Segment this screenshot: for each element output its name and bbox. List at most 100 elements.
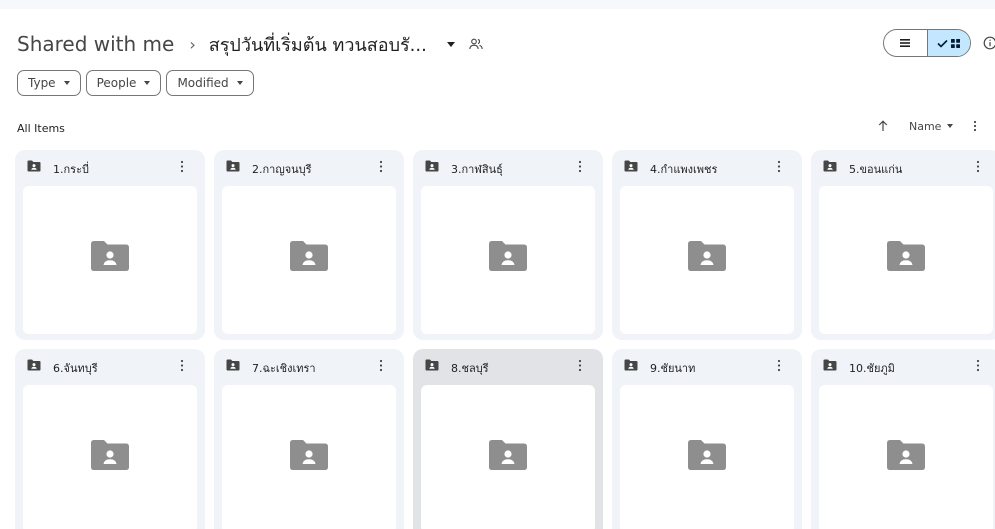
folder-card[interactable]: 6.จันทบุรี: [15, 349, 205, 529]
more-options-icon[interactable]: [973, 120, 977, 132]
shared-folder-icon: [887, 440, 925, 470]
folder-card-header: 3.กาฬสินธุ์: [413, 150, 603, 186]
folder-card-header: 4.กำแพงเพชร: [612, 150, 802, 186]
more-options-icon[interactable]: [578, 160, 582, 173]
folder-card[interactable]: 1.กระบี่: [15, 150, 205, 340]
info-icon[interactable]: [983, 36, 995, 50]
folder-card[interactable]: 7.ฉะเชิงเทรา: [214, 349, 404, 529]
folder-thumbnail: [222, 385, 396, 529]
folder-card[interactable]: 9.ชัยนาท: [612, 349, 802, 529]
shared-folder-icon: [91, 440, 129, 470]
more-options-icon[interactable]: [777, 160, 781, 173]
folder-name: 1.กระบี่: [53, 163, 89, 176]
filter-type-label: Type: [28, 76, 56, 90]
folder-name: 10.ชัยภูมิ: [849, 362, 895, 375]
folder-thumbnail: [819, 186, 993, 334]
more-options-icon[interactable]: [180, 359, 184, 372]
filter-modified-label: Modified: [177, 76, 229, 90]
more-options-icon[interactable]: [578, 359, 582, 372]
shared-folder-icon: [688, 241, 726, 271]
shared-folder-icon: [226, 160, 240, 172]
shared-folder-icon: [624, 160, 638, 172]
folder-thumbnail: [421, 385, 595, 529]
breadcrumb-current-folder[interactable]: สรุปวันที่เริ่มต้น ทวนสอบรั...: [209, 30, 427, 59]
chevron-down-icon: [947, 124, 954, 128]
folder-thumbnail: [819, 385, 993, 529]
folder-card[interactable]: 5.ขอนแก่น: [811, 150, 995, 340]
shared-folder-icon: [823, 359, 837, 371]
sort-bar: Name: [878, 117, 977, 135]
folder-card-header: 7.ฉะเชิงเทรา: [214, 349, 404, 385]
checkmark-icon: [937, 39, 948, 48]
breadcrumb-root-link[interactable]: Shared with me: [17, 32, 174, 56]
folder-thumbnail: [620, 186, 794, 334]
folder-card-header: 9.ชัยนาท: [612, 349, 802, 385]
folder-card-header: 5.ขอนแก่น: [811, 150, 995, 186]
chevron-down-icon: [236, 81, 243, 85]
folder-name: 6.จันทบุรี: [53, 362, 98, 375]
filter-people-chip[interactable]: People: [85, 70, 162, 96]
filter-people-label: People: [96, 76, 137, 90]
more-options-icon[interactable]: [777, 359, 781, 372]
shared-folder-icon: [290, 440, 328, 470]
chevron-down-icon: [63, 81, 70, 85]
folder-card-header: 2.กาญจนบุรี: [214, 150, 404, 186]
shared-folder-icon: [27, 359, 41, 371]
top-edge: [0, 0, 995, 9]
folder-thumbnail: [23, 385, 197, 529]
folder-card[interactable]: 2.กาญจนบุรี: [214, 150, 404, 340]
shared-folder-icon: [425, 359, 439, 371]
folder-thumbnail: [222, 186, 396, 334]
folder-thumbnail: [620, 385, 794, 529]
folder-card-header: 6.จันทบุรี: [15, 349, 205, 385]
shared-folder-icon: [226, 359, 240, 371]
sort-direction-arrow-icon[interactable]: [878, 120, 888, 132]
folder-name: 7.ฉะเชิงเทรา: [252, 362, 316, 375]
section-heading: All Items: [17, 122, 65, 135]
folder-card[interactable]: 8.ชลบุรี: [413, 349, 603, 529]
folder-card[interactable]: 3.กาฬสินธุ์: [413, 150, 603, 340]
breadcrumb-separator: ›: [189, 34, 196, 54]
shared-folder-icon: [887, 241, 925, 271]
shared-folder-icon: [688, 440, 726, 470]
folder-card-header: 10.ชัยภูมิ: [811, 349, 995, 385]
more-options-icon[interactable]: [976, 359, 980, 372]
folder-name: 5.ขอนแก่น: [849, 163, 903, 176]
sort-label: Name: [909, 119, 942, 133]
folder-thumbnail: [421, 186, 595, 334]
shared-folder-icon: [91, 241, 129, 271]
breadcrumb: Shared with me › สรุปวันที่เริ่มต้น ทวนส…: [17, 28, 483, 60]
shared-folder-icon: [823, 160, 837, 172]
more-options-icon[interactable]: [976, 160, 980, 173]
chevron-down-icon: [144, 81, 151, 85]
folder-thumbnail: [23, 186, 197, 334]
shared-folder-icon: [27, 160, 41, 172]
more-options-icon[interactable]: [379, 160, 383, 173]
filter-type-chip[interactable]: Type: [17, 70, 81, 96]
folder-card-header: 1.กระบี่: [15, 150, 205, 186]
filter-modified-chip[interactable]: Modified: [166, 70, 254, 96]
folder-name: 9.ชัยนาท: [650, 362, 696, 375]
folder-card[interactable]: 10.ชัยภูมิ: [811, 349, 995, 529]
folder-name: 2.กาญจนบุรี: [252, 163, 312, 176]
folder-card-header: 8.ชลบุรี: [413, 349, 603, 385]
filter-bar: Type People Modified: [17, 70, 254, 96]
list-view-icon: [900, 39, 911, 47]
more-options-icon[interactable]: [180, 160, 184, 173]
shared-folder-icon: [290, 241, 328, 271]
view-toggle: [883, 29, 971, 57]
folder-name: 3.กาฬสินธุ์: [451, 163, 503, 176]
chevron-down-icon[interactable]: [446, 41, 455, 47]
list-view-button[interactable]: [884, 30, 927, 56]
shared-folder-icon: [489, 440, 527, 470]
folder-name: 4.กำแพงเพชร: [650, 163, 718, 176]
sort-by-name-button[interactable]: Name: [909, 119, 954, 133]
more-options-icon[interactable]: [379, 359, 383, 372]
shared-people-icon: [469, 38, 483, 50]
grid-view-button[interactable]: [926, 30, 970, 56]
shared-folder-icon: [624, 359, 638, 371]
folder-card[interactable]: 4.กำแพงเพชร: [612, 150, 802, 340]
shared-folder-icon: [425, 160, 439, 172]
grid-view-icon: [950, 38, 960, 48]
shared-folder-icon: [489, 241, 527, 271]
